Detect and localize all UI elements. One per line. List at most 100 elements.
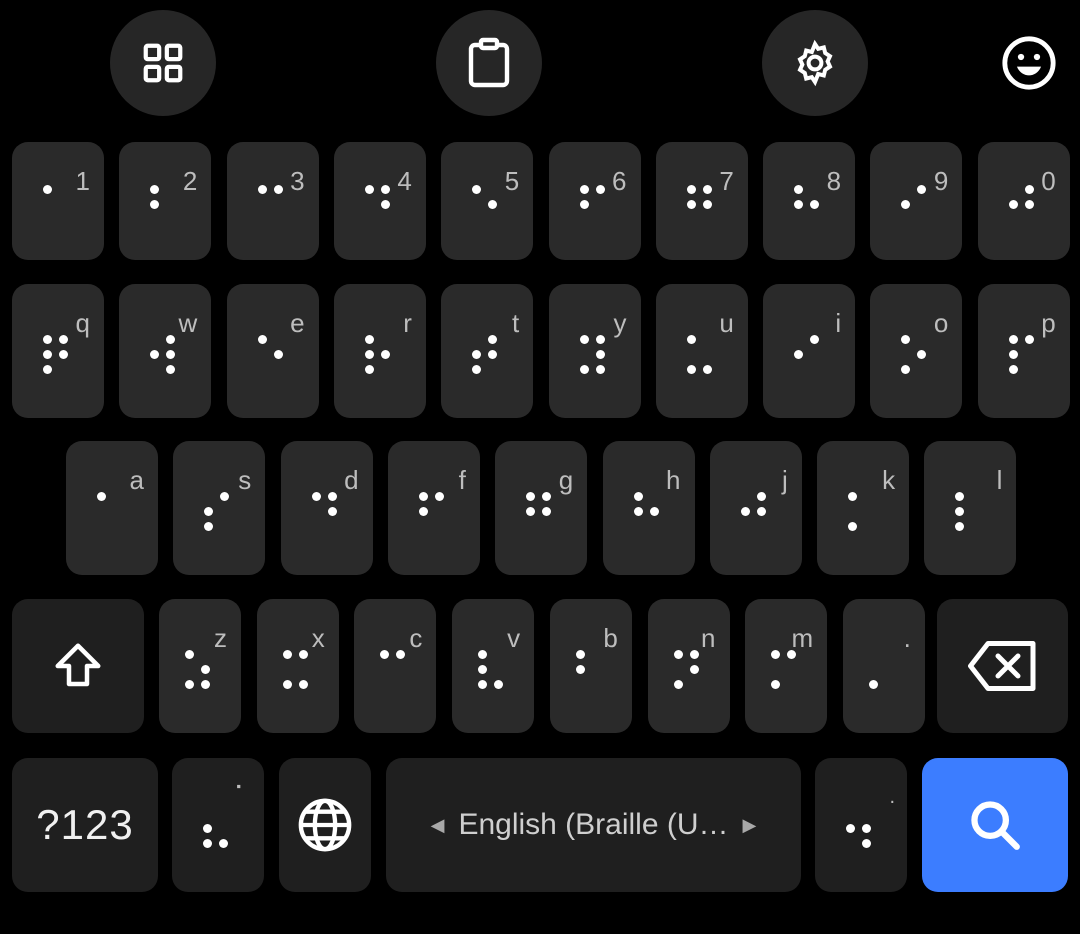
key-2[interactable]: 2 bbox=[119, 142, 212, 260]
braille-dot-5 bbox=[702, 200, 712, 209]
key-x[interactable]: x bbox=[256, 599, 339, 733]
braille-dot-2 bbox=[575, 665, 585, 674]
key-7[interactable]: 7 bbox=[655, 142, 748, 260]
braille-pattern bbox=[648, 599, 730, 733]
braille-dot-1 bbox=[686, 185, 696, 194]
key-r[interactable]: r bbox=[333, 284, 426, 418]
braille-pattern bbox=[549, 142, 641, 260]
braille-dot-1 bbox=[364, 185, 374, 194]
braille-pattern bbox=[763, 142, 855, 260]
key-0[interactable]: 0 bbox=[977, 142, 1070, 260]
braille-pattern bbox=[763, 284, 855, 418]
key-g[interactable]: g bbox=[495, 441, 588, 575]
key-i[interactable]: i bbox=[763, 284, 856, 418]
language-switch-key[interactable] bbox=[279, 758, 371, 892]
braille-dot-3 bbox=[686, 365, 696, 374]
braille-pattern bbox=[978, 142, 1070, 260]
braille-dot-2 bbox=[740, 507, 750, 516]
key-m[interactable]: m bbox=[745, 599, 828, 733]
key-3[interactable]: 3 bbox=[226, 142, 319, 260]
braille-dot-4 bbox=[273, 185, 283, 194]
key-j[interactable]: j bbox=[709, 441, 802, 575]
key-u[interactable]: u bbox=[655, 284, 748, 418]
braille-dot-2 bbox=[472, 350, 482, 359]
key-v[interactable]: v bbox=[452, 599, 535, 733]
braille-dot-3 bbox=[478, 680, 488, 689]
clipboard-button[interactable] bbox=[436, 10, 542, 116]
backspace-key[interactable] bbox=[937, 599, 1068, 733]
braille-dot-1 bbox=[185, 650, 194, 659]
key-l[interactable]: l bbox=[924, 441, 1017, 575]
braille-dot-1 bbox=[43, 185, 52, 194]
settings-button[interactable] bbox=[762, 10, 868, 116]
braille-dot-4 bbox=[434, 492, 444, 501]
braille-dot-4 bbox=[1024, 185, 1034, 194]
braille-dot-1 bbox=[686, 335, 696, 344]
key-o[interactable]: o bbox=[870, 284, 963, 418]
key-c[interactable]: c bbox=[354, 599, 437, 733]
braille-pattern bbox=[354, 599, 436, 733]
key-period[interactable]: . bbox=[842, 599, 925, 733]
braille-dot-4 bbox=[689, 650, 699, 659]
braille-dot-5 bbox=[689, 665, 699, 674]
braille-dot-4 bbox=[166, 335, 176, 344]
braille-dot-5 bbox=[327, 507, 337, 516]
backspace-icon bbox=[967, 641, 1035, 691]
braille-pattern bbox=[549, 284, 641, 418]
braille-dot-1 bbox=[282, 650, 292, 659]
key-s[interactable]: s bbox=[173, 441, 266, 575]
braille-dot-5 bbox=[862, 824, 871, 833]
braille-dot-1 bbox=[901, 335, 911, 344]
braille-dot-1 bbox=[97, 492, 106, 501]
key-n[interactable]: n bbox=[647, 599, 730, 733]
key-4[interactable]: 4 bbox=[333, 142, 426, 260]
key-w[interactable]: w bbox=[119, 284, 212, 418]
key-k[interactable]: k bbox=[817, 441, 910, 575]
key-z[interactable]: z bbox=[159, 599, 241, 733]
braille-dot-2 bbox=[579, 200, 589, 209]
key-a[interactable]: a bbox=[66, 441, 158, 575]
key-q[interactable]: q bbox=[12, 284, 104, 418]
key-9[interactable]: 9 bbox=[870, 142, 963, 260]
key-1[interactable]: 1 bbox=[12, 142, 104, 260]
key-d[interactable]: d bbox=[280, 441, 373, 575]
braille-pattern bbox=[656, 142, 748, 260]
search-action-key[interactable] bbox=[922, 758, 1068, 892]
key-8[interactable]: 8 bbox=[763, 142, 856, 260]
symbols-key[interactable]: ?123 bbox=[12, 758, 158, 892]
braille-dot-2 bbox=[633, 507, 643, 516]
braille-pattern bbox=[119, 142, 211, 260]
braille-pattern bbox=[172, 758, 264, 892]
braille-pattern bbox=[388, 441, 480, 575]
emoji-button[interactable] bbox=[976, 10, 1080, 116]
braille-pattern bbox=[843, 599, 925, 733]
braille-dot-1 bbox=[43, 335, 52, 344]
braille-pattern bbox=[12, 142, 104, 260]
apps-grid-button[interactable] bbox=[110, 10, 216, 116]
braille-dot-4 bbox=[595, 185, 605, 194]
key-6[interactable]: 6 bbox=[548, 142, 641, 260]
braille-dot-2 bbox=[43, 350, 52, 359]
braille-dot-5 bbox=[917, 350, 927, 359]
braille-pattern bbox=[495, 441, 587, 575]
braille-dot-5 bbox=[201, 665, 210, 674]
key-t[interactable]: t bbox=[441, 284, 534, 418]
key-p[interactable]: p bbox=[977, 284, 1070, 418]
braille-dot-5 bbox=[810, 200, 820, 209]
comma-key[interactable]: ⠂ bbox=[172, 758, 264, 892]
space-key[interactable]: ◀ English (Braille (U… ▶ bbox=[386, 758, 801, 892]
key-h[interactable]: h bbox=[602, 441, 695, 575]
braille-dot-1 bbox=[150, 185, 160, 194]
key-b[interactable]: b bbox=[549, 599, 632, 733]
braille-dot-4 bbox=[488, 335, 498, 344]
braille-dot-5 bbox=[488, 200, 498, 209]
key-e[interactable]: e bbox=[226, 284, 319, 418]
search-icon bbox=[971, 801, 1020, 850]
braille-dot-1 bbox=[380, 650, 390, 659]
key-y[interactable]: y bbox=[548, 284, 641, 418]
key-f[interactable]: f bbox=[387, 441, 480, 575]
shift-key[interactable] bbox=[12, 599, 144, 733]
key-5[interactable]: 5 bbox=[441, 142, 534, 260]
period-key[interactable]: . bbox=[815, 758, 907, 892]
braille-dot-6 bbox=[219, 839, 228, 848]
